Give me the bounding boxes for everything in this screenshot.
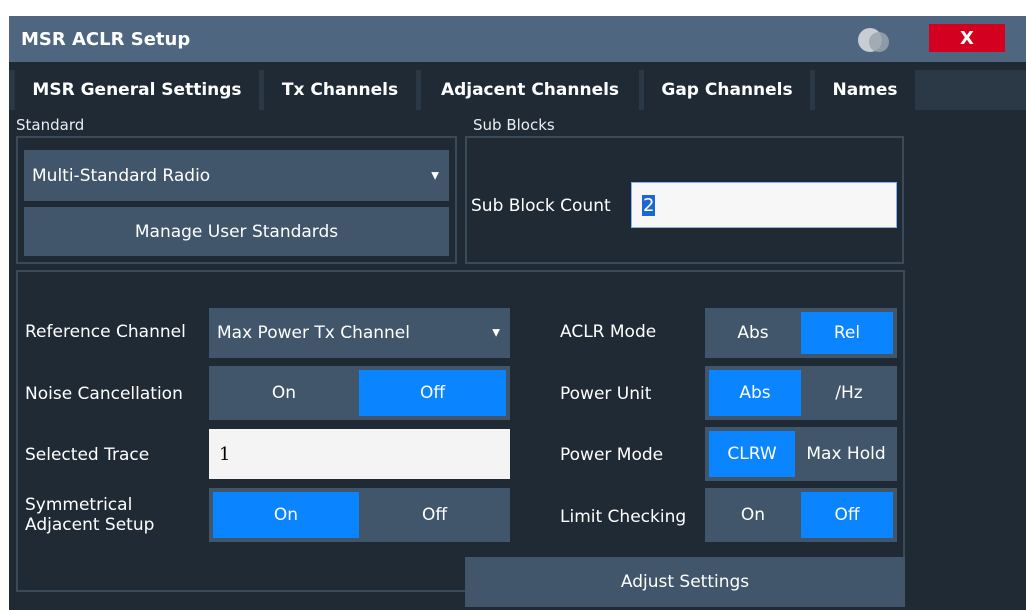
aclr-mode-label: ACLR Mode: [560, 322, 657, 342]
tab-tx-channels[interactable]: Tx Channels: [264, 70, 416, 110]
close-button[interactable]: X: [929, 24, 1005, 52]
limit-checking-label: Limit Checking: [560, 507, 687, 527]
aclr-mode-rel[interactable]: Rel: [801, 312, 893, 354]
manage-user-standards-button[interactable]: Manage User Standards: [24, 207, 449, 256]
reference-channel-label: Reference Channel: [25, 322, 186, 342]
title-bar: MSR ACLR Setup X: [9, 16, 1026, 62]
standard-group-label: Standard: [16, 116, 85, 134]
help-icon[interactable]: [852, 25, 896, 55]
chevron-down-icon: ▼: [431, 170, 439, 181]
limit-checking-off[interactable]: Off: [801, 492, 893, 538]
selected-trace-label: Selected Trace: [25, 445, 150, 465]
symmetrical-adjacent-setup-label: Symmetrical Adjacent Setup: [25, 495, 155, 535]
tab-names[interactable]: Names: [815, 70, 915, 110]
tab-bar: MSR General Settings Tx Channels Adjacen…: [9, 70, 1026, 110]
msr-aclr-setup-dialog: MSR ACLR Setup X MSR General Settings Tx…: [9, 16, 1026, 610]
power-unit-per-hz[interactable]: /Hz: [801, 366, 897, 420]
standard-dropdown[interactable]: Multi-Standard Radio ▼: [24, 150, 449, 201]
noise-cancellation-off[interactable]: Off: [359, 370, 506, 416]
tab-adjacent-channels[interactable]: Adjacent Channels: [421, 70, 639, 110]
standard-dropdown-value: Multi-Standard Radio: [32, 165, 211, 186]
dialog-title: MSR ACLR Setup: [21, 29, 191, 50]
limit-checking-on[interactable]: On: [705, 488, 801, 542]
selected-trace-input[interactable]: 1: [209, 429, 510, 479]
noise-cancellation-label: Noise Cancellation: [25, 384, 183, 404]
symmetrical-off[interactable]: Off: [359, 488, 510, 542]
power-mode-label: Power Mode: [560, 445, 664, 465]
reference-channel-dropdown[interactable]: Max Power Tx Channel ▼: [209, 308, 510, 358]
noise-cancellation-on[interactable]: On: [209, 366, 359, 420]
power-unit-label: Power Unit: [560, 384, 652, 404]
chevron-down-icon: ▼: [492, 327, 500, 339]
symmetrical-on[interactable]: On: [213, 492, 359, 538]
aclr-mode-abs[interactable]: Abs: [705, 308, 801, 358]
power-mode-max-hold[interactable]: Max Hold: [795, 427, 897, 481]
sub-block-count-label: Sub Block Count: [471, 196, 611, 216]
power-unit-abs[interactable]: Abs: [709, 370, 801, 416]
sub-block-count-input[interactable]: 2: [631, 182, 897, 228]
adjust-settings-button[interactable]: Adjust Settings: [465, 557, 905, 607]
tab-msr-general-settings[interactable]: MSR General Settings: [15, 70, 259, 110]
sub-blocks-group-label: Sub Blocks: [473, 116, 555, 134]
power-mode-clrw[interactable]: CLRW: [709, 431, 795, 477]
close-icon: X: [960, 27, 974, 49]
tab-gap-channels[interactable]: Gap Channels: [644, 70, 810, 110]
